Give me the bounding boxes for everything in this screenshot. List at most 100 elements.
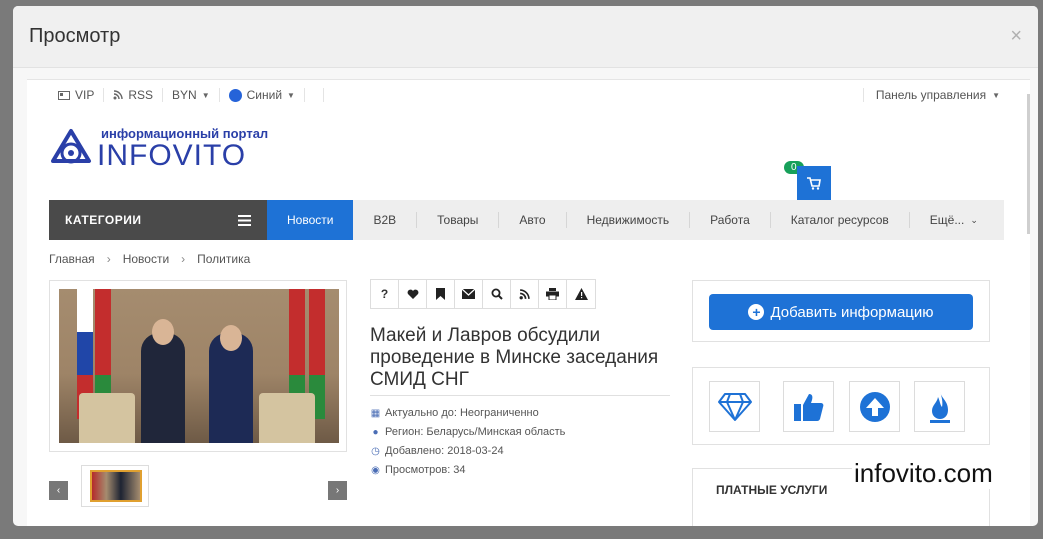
breadcrumb-politics[interactable]: Политика: [197, 252, 250, 266]
podium-left: [79, 393, 135, 443]
plus-circle-icon: +: [748, 304, 765, 320]
theme-label: Синий: [246, 88, 283, 102]
meta-views-text: Просмотров: 34: [385, 464, 466, 476]
raise-service-button[interactable]: [849, 381, 900, 432]
service-icons-box: [692, 367, 990, 445]
thumbnail-image: [90, 470, 142, 502]
breadcrumb: Главная › Новости › Политика: [49, 252, 250, 266]
search-button[interactable]: [483, 280, 511, 308]
thumbnail[interactable]: [81, 465, 149, 507]
person-left: [141, 333, 185, 443]
arrow-up-circle-icon: [859, 391, 890, 422]
eye-icon: ◉: [371, 465, 380, 476]
topbar-divider: [305, 88, 324, 102]
add-info-button[interactable]: + Добавить информацию: [709, 294, 973, 330]
frame-scrollbar[interactable]: [1027, 94, 1030, 234]
bookmark-icon: [436, 288, 445, 300]
meta-views: ◉ Просмотров: 34: [370, 461, 565, 480]
hamburger-icon: [238, 214, 251, 226]
article-meta: ▦ Актуально до: Неограниченно ● Регион: Бе…: [370, 404, 566, 480]
preview-modal: Просмотр × VIP RSS BYN ▼ Синий ▼ Панель …: [13, 6, 1038, 526]
control-panel-dropdown[interactable]: Панель управления ▼: [862, 88, 1000, 102]
meta-added: ◷ Добавлено: 2018-03-24: [370, 442, 565, 461]
close-icon[interactable]: ×: [1010, 25, 1022, 48]
main-nav: КАТЕГОРИИ Новости B2B Товары Авто Недвиж…: [49, 200, 1004, 240]
control-panel-label: Панель управления: [875, 88, 987, 102]
thumb-prev-button[interactable]: ‹: [49, 481, 68, 500]
rss-icon: [519, 288, 530, 299]
meta-actual-until: ▦ Актуально до: Неограниченно: [370, 404, 565, 423]
meta-region: ● Регион: Беларусь/Минская область: [370, 423, 565, 442]
id-card-icon: [58, 90, 70, 100]
cart-icon: [807, 176, 821, 190]
nav-item-resources[interactable]: Каталог ресурсов: [771, 212, 910, 228]
chevron-right-icon: ›: [181, 252, 186, 266]
diamond-icon: [717, 392, 752, 421]
rss-button[interactable]: [511, 280, 539, 308]
watermark-text: infovito.com: [852, 458, 995, 489]
site-header: информационный портал INFOVITO 0: [27, 110, 1030, 200]
vip-service-button[interactable]: [709, 381, 760, 432]
caret-down-icon: ▼: [287, 90, 295, 100]
person-right-head: [220, 325, 242, 351]
nav-item-goods[interactable]: Товары: [417, 212, 500, 228]
rss-link[interactable]: RSS: [104, 88, 164, 102]
search-icon: [491, 288, 503, 300]
currency-dropdown[interactable]: BYN ▼: [163, 88, 220, 102]
nav-item-realty[interactable]: Недвижимость: [567, 212, 691, 228]
question-button[interactable]: ?: [371, 280, 399, 308]
breadcrumb-home[interactable]: Главная: [49, 252, 95, 266]
nav-item-b2b[interactable]: B2B: [353, 212, 418, 228]
nav-item-auto[interactable]: Авто: [499, 212, 567, 228]
thumbs-up-icon: [793, 393, 823, 421]
modal-header: Просмотр ×: [13, 6, 1038, 68]
meta-region-text: Регион: Беларусь/Минская область: [385, 426, 566, 438]
add-info-label: Добавить информацию: [770, 303, 934, 321]
logo-name: INFOVITO: [97, 139, 247, 172]
article-photo-box: [49, 280, 347, 452]
rss-icon: [113, 90, 124, 100]
warning-icon: [574, 288, 588, 300]
meta-added-text: Добавлено: 2018-03-24: [385, 445, 504, 457]
envelope-icon: [462, 289, 475, 299]
favorite-button[interactable]: [399, 280, 427, 308]
caret-down-icon: ▼: [201, 90, 210, 100]
article-toolbar: ?: [370, 279, 596, 309]
report-button[interactable]: [567, 280, 595, 308]
like-service-button[interactable]: [783, 381, 834, 432]
modal-title: Просмотр: [29, 25, 121, 47]
currency-label: BYN: [172, 88, 197, 102]
logo-text: информационный портал INFOVITO: [97, 126, 268, 171]
nav-item-more[interactable]: Ещё... ⌄: [910, 212, 998, 228]
nav-item-news[interactable]: Новости: [267, 200, 354, 240]
article-headline: Макей и Лавров обсудили проведение в Мин…: [370, 325, 670, 396]
person-left-head: [152, 319, 174, 345]
article-photo[interactable]: [59, 289, 339, 443]
bookmark-button[interactable]: [427, 280, 455, 308]
thumb-next-button[interactable]: ›: [328, 481, 347, 500]
vip-link[interactable]: VIP: [49, 88, 105, 102]
paid-services-title: ПЛАТНЫЕ УСЛУГИ: [716, 483, 828, 497]
chevron-down-icon: ⌄: [970, 214, 978, 225]
globe-icon: ●: [372, 427, 379, 438]
email-button[interactable]: [455, 280, 483, 308]
theme-dropdown[interactable]: Синий ▼: [220, 88, 305, 102]
calendar-icon: ▦: [370, 408, 381, 419]
site-logo[interactable]: информационный портал INFOVITO: [49, 126, 268, 171]
hot-service-button[interactable]: [914, 381, 965, 432]
categories-menu-button[interactable]: КАТЕГОРИИ: [49, 200, 267, 240]
breadcrumb-news[interactable]: Новости: [123, 252, 169, 266]
nav-item-jobs[interactable]: Работа: [690, 212, 771, 228]
color-dot-icon: [228, 88, 242, 102]
print-icon: [546, 288, 559, 300]
topbar: VIP RSS BYN ▼ Синий ▼ Панель управления …: [27, 80, 1030, 110]
print-button[interactable]: [539, 280, 567, 308]
clock-icon: ◷: [371, 446, 380, 457]
cart-button[interactable]: [797, 166, 831, 200]
caret-down-icon: ▼: [992, 90, 1000, 100]
question-icon: ?: [380, 287, 389, 301]
flame-icon: [929, 391, 950, 423]
add-info-box: + Добавить информацию: [692, 280, 990, 342]
podium-right: [259, 393, 315, 443]
vip-label: VIP: [75, 88, 95, 102]
